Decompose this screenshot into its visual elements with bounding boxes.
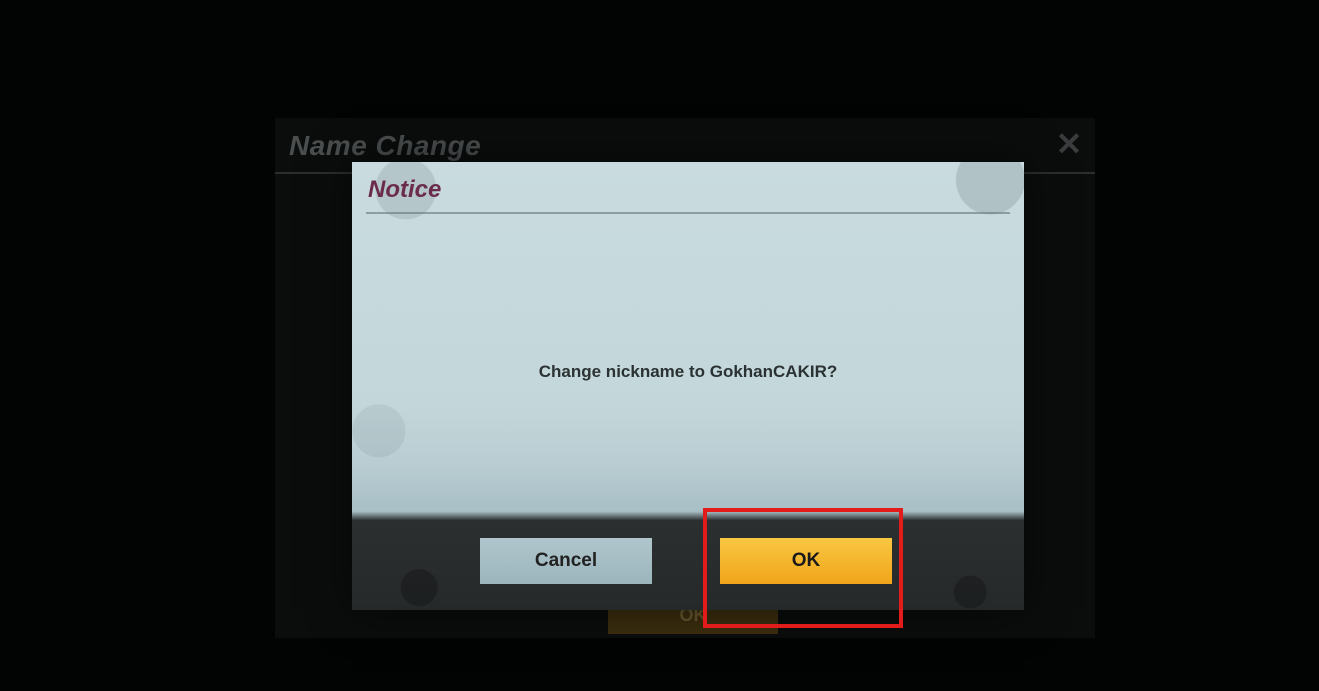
- notice-message: Change nickname to GokhanCAKIR?: [352, 362, 1024, 382]
- cancel-button[interactable]: Cancel: [480, 538, 652, 584]
- close-icon[interactable]: ✕: [1053, 128, 1085, 160]
- ok-button[interactable]: OK: [720, 538, 892, 584]
- notice-title-underline: [366, 212, 1010, 214]
- name-change-title: Name Change: [289, 130, 481, 162]
- notice-title: Notice: [368, 176, 441, 204]
- screen-root: Name Change ✕ OK Notice Change nickname …: [0, 0, 1319, 691]
- notice-dialog: Notice Change nickname to GokhanCAKIR? C…: [352, 162, 1024, 610]
